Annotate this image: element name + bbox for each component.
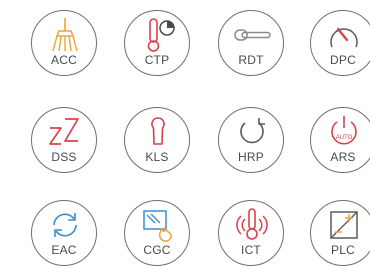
thermometer-signal-icon — [232, 207, 272, 243]
door-handle-icon — [232, 17, 272, 53]
tile-ict[interactable]: ICT — [218, 200, 284, 266]
tile-label: ICT — [241, 243, 261, 257]
cycle-arrows-icon — [45, 207, 85, 243]
tile-label: DPC — [330, 53, 356, 67]
tile-eac[interactable]: EAC — [31, 200, 97, 266]
refresh-arrow-icon — [232, 114, 272, 150]
tile-cgc[interactable]: CGC — [124, 200, 190, 266]
tile-ctp[interactable]: CTP — [124, 10, 190, 76]
tile-acc[interactable]: ACC — [31, 10, 97, 76]
keyhole-icon — [138, 114, 178, 150]
thermometer-clock-icon — [138, 17, 178, 53]
tile-plc[interactable]: PLC — [310, 200, 370, 266]
tile-label: HRP — [238, 150, 264, 164]
tile-rdt[interactable]: RDT — [218, 10, 284, 76]
plus-minus-box-icon — [324, 207, 364, 243]
tile-label: PLC — [331, 243, 355, 257]
auto-badge-text: AUTO — [336, 135, 353, 141]
sleep-zz-icon — [45, 114, 85, 150]
glass-flame-icon — [138, 207, 178, 243]
tile-hrp[interactable]: HRP — [218, 107, 284, 173]
tile-ars[interactable]: AUTO ARS — [310, 107, 370, 173]
feature-icon-grid: ACC CTP RDT DPC DSS KLS HRP AUTO ARS EAC… — [0, 0, 370, 266]
tile-label: ACC — [51, 53, 77, 67]
tile-label: KLS — [145, 150, 169, 164]
tile-label: CGC — [143, 243, 171, 257]
auto-power-icon: AUTO — [324, 114, 364, 150]
tile-label: CTP — [144, 53, 170, 67]
tile-label: RDT — [238, 53, 264, 67]
tile-label: DSS — [51, 150, 77, 164]
broom-icon — [45, 17, 85, 53]
tile-dpc[interactable]: DPC — [310, 10, 370, 76]
tile-label: EAC — [51, 243, 77, 257]
pressure-gauge-icon — [324, 17, 364, 53]
tile-dss[interactable]: DSS — [31, 107, 97, 173]
tile-label: ARS — [330, 150, 356, 164]
tile-kls[interactable]: KLS — [124, 107, 190, 173]
